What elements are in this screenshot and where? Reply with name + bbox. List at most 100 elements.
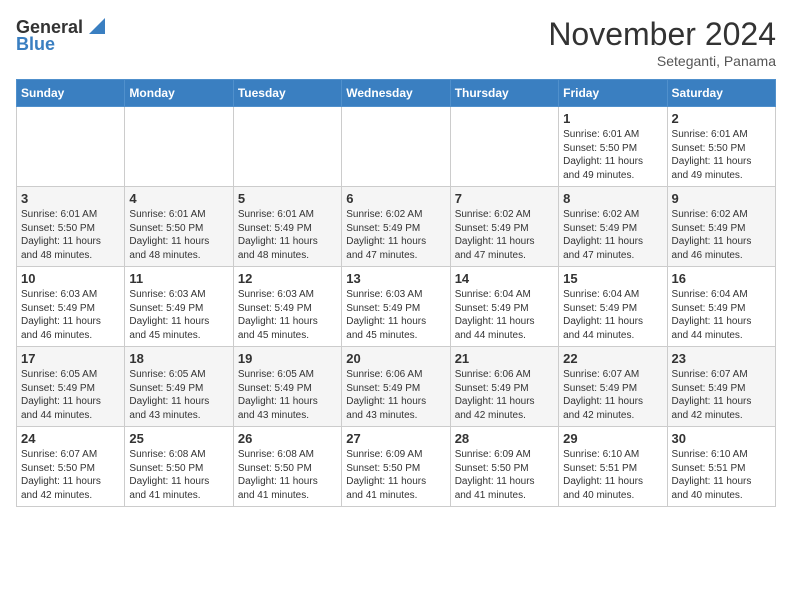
calendar-cell: 7 Sunrise: 6:02 AM Sunset: 5:49 PM Daylig… (450, 187, 558, 267)
day-info: Sunrise: 6:05 AM Sunset: 5:49 PM Dayligh… (238, 368, 337, 422)
weekday-header: Wednesday (342, 80, 450, 107)
calendar-cell (450, 107, 558, 187)
calendar-cell: 20 Sunrise: 6:06 AM Sunset: 5:49 PM Dayli… (342, 347, 450, 427)
day-number: 5 (238, 191, 337, 206)
day-info: Sunrise: 6:08 AM Sunset: 5:50 PM Dayligh… (129, 448, 228, 502)
day-info: Sunrise: 6:05 AM Sunset: 5:49 PM Dayligh… (129, 368, 228, 422)
title-block: November 2024 Seteganti, Panama (548, 16, 776, 69)
calendar-cell: 16 Sunrise: 6:04 AM Sunset: 5:49 PM Dayli… (667, 267, 775, 347)
day-number: 18 (129, 351, 228, 366)
day-number: 12 (238, 271, 337, 286)
calendar-cell: 28 Sunrise: 6:09 AM Sunset: 5:50 PM Dayli… (450, 427, 558, 507)
calendar-cell: 9 Sunrise: 6:02 AM Sunset: 5:49 PM Daylig… (667, 187, 775, 267)
day-info: Sunrise: 6:03 AM Sunset: 5:49 PM Dayligh… (238, 288, 337, 342)
month-title: November 2024 (548, 16, 776, 53)
calendar-cell: 5 Sunrise: 6:01 AM Sunset: 5:49 PM Daylig… (233, 187, 341, 267)
calendar-cell: 19 Sunrise: 6:05 AM Sunset: 5:49 PM Dayli… (233, 347, 341, 427)
weekday-header: Friday (559, 80, 667, 107)
day-number: 30 (672, 431, 771, 446)
calendar-cell: 26 Sunrise: 6:08 AM Sunset: 5:50 PM Dayli… (233, 427, 341, 507)
calendar-cell: 12 Sunrise: 6:03 AM Sunset: 5:49 PM Dayli… (233, 267, 341, 347)
day-info: Sunrise: 6:07 AM Sunset: 5:50 PM Dayligh… (21, 448, 120, 502)
day-number: 9 (672, 191, 771, 206)
day-number: 26 (238, 431, 337, 446)
logo-icon (85, 16, 105, 36)
day-number: 15 (563, 271, 662, 286)
calendar-cell: 4 Sunrise: 6:01 AM Sunset: 5:50 PM Daylig… (125, 187, 233, 267)
day-number: 16 (672, 271, 771, 286)
day-info: Sunrise: 6:06 AM Sunset: 5:49 PM Dayligh… (346, 368, 445, 422)
day-info: Sunrise: 6:04 AM Sunset: 5:49 PM Dayligh… (563, 288, 662, 342)
day-number: 20 (346, 351, 445, 366)
calendar-cell: 17Sunrise: 6:05 AM Sunset: 5:49 PM Dayli… (17, 347, 125, 427)
calendar-cell: 15 Sunrise: 6:04 AM Sunset: 5:49 PM Dayli… (559, 267, 667, 347)
logo: General Blue (16, 16, 105, 55)
day-info: Sunrise: 6:04 AM Sunset: 5:49 PM Dayligh… (455, 288, 554, 342)
day-info: Sunrise: 6:01 AM Sunset: 5:49 PM Dayligh… (238, 208, 337, 262)
day-number: 4 (129, 191, 228, 206)
calendar-cell: 6Sunrise: 6:02 AM Sunset: 5:49 PM Daylig… (342, 187, 450, 267)
calendar-cell (233, 107, 341, 187)
day-number: 27 (346, 431, 445, 446)
calendar-week-row: 17 Sunrise: 6:05 AM Sunset: 5:49 PM Dayli… (17, 347, 776, 427)
calendar-cell (342, 107, 450, 187)
day-info: Sunrise: 6:09 AM Sunset: 5:50 PM Dayligh… (455, 448, 554, 502)
calendar-cell: 23 Sunrise: 6:07 AM Sunset: 5:49 PM Dayli… (667, 347, 775, 427)
calendar-cell: 30Sunrise: 6:10 AM Sunset: 5:51 PM Dayli… (667, 427, 775, 507)
calendar-cell: 10 Sunrise: 6:03 AM Sunset: 5:49 PM Dayli… (17, 267, 125, 347)
day-info: Sunrise: 6:01 AM Sunset: 5:50 PM Dayligh… (129, 208, 228, 262)
calendar-cell: 25 Sunrise: 6:08 AM Sunset: 5:50 PM Dayli… (125, 427, 233, 507)
day-info: Sunrise: 6:07 AM Sunset: 5:49 PM Dayligh… (563, 368, 662, 422)
day-info: Sunrise: 6:06 AM Sunset: 5:49 PM Dayligh… (455, 368, 554, 422)
day-number: 21 (455, 351, 554, 366)
day-number: 8 (563, 191, 662, 206)
day-info: Sunrise: 6:02 AM Sunset: 5:49 PM Dayligh… (563, 208, 662, 262)
day-number: 10 (21, 271, 120, 286)
day-number: 28 (455, 431, 554, 446)
day-number: 22 (563, 351, 662, 366)
day-info: Sunrise: 6:02 AM Sunset: 5:49 PM Dayligh… (346, 208, 445, 262)
day-number: 29 (563, 431, 662, 446)
calendar-cell: 22 Sunrise: 6:07 AM Sunset: 5:49 PM Dayli… (559, 347, 667, 427)
day-info: Sunrise: 6:07 AM Sunset: 5:49 PM Dayligh… (672, 368, 771, 422)
weekday-header: Sunday (17, 80, 125, 107)
calendar-cell: 24 Sunrise: 6:07 AM Sunset: 5:50 PM Dayli… (17, 427, 125, 507)
day-info: Sunrise: 6:01 AM Sunset: 5:50 PM Dayligh… (672, 128, 771, 182)
day-number: 25 (129, 431, 228, 446)
day-info: Sunrise: 6:03 AM Sunset: 5:49 PM Dayligh… (21, 288, 120, 342)
day-number: 23 (672, 351, 771, 366)
calendar-table: SundayMondayTuesdayWednesdayThursdayFrid… (16, 79, 776, 507)
day-number: 17 (21, 351, 120, 366)
day-number: 7 (455, 191, 554, 206)
day-info: Sunrise: 6:04 AM Sunset: 5:49 PM Dayligh… (672, 288, 771, 342)
calendar-cell: 11Sunrise: 6:03 AM Sunset: 5:49 PM Dayli… (125, 267, 233, 347)
day-info: Sunrise: 6:01 AM Sunset: 5:50 PM Dayligh… (563, 128, 662, 182)
page-header: General Blue November 2024 Seteganti, Pa… (16, 16, 776, 69)
logo-blue-text: Blue (16, 34, 55, 55)
calendar-week-row: 24 Sunrise: 6:07 AM Sunset: 5:50 PM Dayli… (17, 427, 776, 507)
day-number: 3 (21, 191, 120, 206)
day-info: Sunrise: 6:02 AM Sunset: 5:49 PM Dayligh… (672, 208, 771, 262)
day-info: Sunrise: 6:02 AM Sunset: 5:49 PM Dayligh… (455, 208, 554, 262)
day-number: 19 (238, 351, 337, 366)
weekday-header: Monday (125, 80, 233, 107)
day-number: 14 (455, 271, 554, 286)
day-info: Sunrise: 6:03 AM Sunset: 5:49 PM Dayligh… (346, 288, 445, 342)
day-number: 24 (21, 431, 120, 446)
calendar-week-row: 1Sunrise: 6:01 AM Sunset: 5:50 PM Daylig… (17, 107, 776, 187)
day-number: 11 (129, 271, 228, 286)
calendar-week-row: 10 Sunrise: 6:03 AM Sunset: 5:49 PM Dayli… (17, 267, 776, 347)
day-info: Sunrise: 6:08 AM Sunset: 5:50 PM Dayligh… (238, 448, 337, 502)
calendar-cell: 21 Sunrise: 6:06 AM Sunset: 5:49 PM Dayli… (450, 347, 558, 427)
day-number: 13 (346, 271, 445, 286)
calendar-cell (125, 107, 233, 187)
day-info: Sunrise: 6:09 AM Sunset: 5:50 PM Dayligh… (346, 448, 445, 502)
calendar-cell: 29Sunrise: 6:10 AM Sunset: 5:51 PM Dayli… (559, 427, 667, 507)
location: Seteganti, Panama (548, 53, 776, 69)
calendar-cell: 8 Sunrise: 6:02 AM Sunset: 5:49 PM Daylig… (559, 187, 667, 267)
calendar-week-row: 3 Sunrise: 6:01 AM Sunset: 5:50 PM Daylig… (17, 187, 776, 267)
calendar-header-row: SundayMondayTuesdayWednesdayThursdayFrid… (17, 80, 776, 107)
calendar-cell: 14 Sunrise: 6:04 AM Sunset: 5:49 PM Dayli… (450, 267, 558, 347)
weekday-header: Saturday (667, 80, 775, 107)
calendar-cell: 3Sunrise: 6:01 AM Sunset: 5:50 PM Daylig… (17, 187, 125, 267)
